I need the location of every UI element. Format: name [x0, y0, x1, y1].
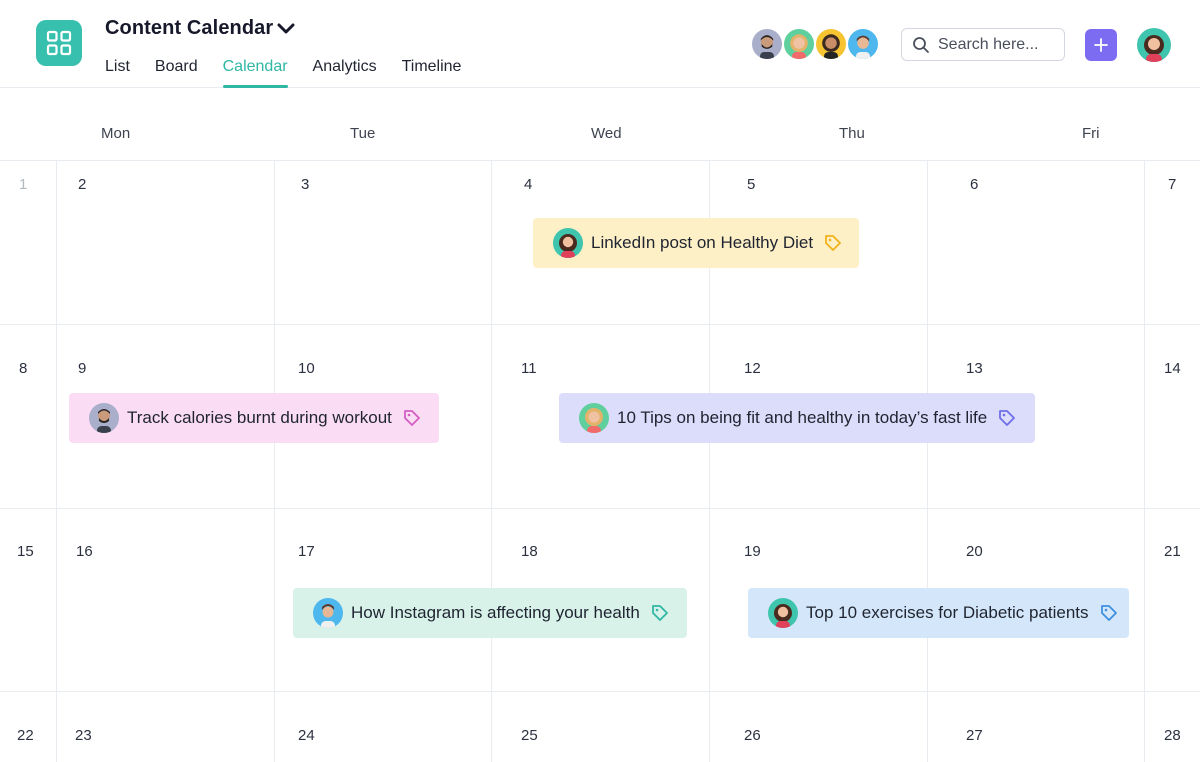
- weekday-label: Thu: [839, 125, 865, 142]
- event-title: How Instagram is affecting your health: [351, 603, 640, 622]
- date-number[interactable]: 16: [76, 543, 93, 560]
- avatar: [768, 598, 798, 628]
- avatar: [579, 403, 609, 433]
- tag-icon[interactable]: [997, 408, 1017, 428]
- grid-line: [1144, 161, 1145, 762]
- date-number[interactable]: 25: [521, 727, 538, 744]
- calendar-event[interactable]: 10 Tips on being fit and healthy in toda…: [559, 393, 1035, 443]
- date-number[interactable]: 26: [744, 727, 761, 744]
- search-box[interactable]: [901, 28, 1065, 61]
- grid-line: [491, 161, 492, 762]
- event-title: LinkedIn post on Healthy Diet: [591, 233, 814, 252]
- grid-line: [274, 161, 275, 762]
- tab-board[interactable]: Board: [155, 58, 198, 88]
- date-number[interactable]: 11: [521, 360, 537, 377]
- date-number[interactable]: 12: [744, 360, 761, 377]
- tab-timeline[interactable]: Timeline: [402, 58, 462, 88]
- grid-line: [0, 691, 1200, 692]
- project-title[interactable]: Content Calendar: [105, 17, 273, 40]
- date-number[interactable]: 13: [966, 360, 983, 377]
- calendar-grid: 1 2 3 4 5 6 7 8 9 10 11 12 13 14 15 16 1…: [0, 161, 1200, 762]
- date-number[interactable]: 14: [1164, 360, 1181, 377]
- grid-line: [927, 161, 928, 762]
- date-number[interactable]: 2: [78, 176, 86, 193]
- date-number[interactable]: 1: [19, 176, 27, 193]
- tab-analytics[interactable]: Analytics: [313, 58, 377, 88]
- event-title: 10 Tips on being fit and healthy in toda…: [617, 408, 988, 427]
- tag-icon[interactable]: [823, 233, 843, 253]
- chevron-down-icon[interactable]: [276, 21, 296, 37]
- event-title: Track calories burnt during workout: [127, 408, 392, 427]
- date-number[interactable]: 23: [75, 727, 92, 744]
- avatar[interactable]: [846, 27, 880, 61]
- grid-line: [56, 161, 57, 762]
- view-tabs: List Board Calendar Analytics Timeline: [105, 58, 486, 88]
- date-number[interactable]: 24: [298, 727, 315, 744]
- weekday-label: Fri: [1082, 125, 1100, 142]
- add-button[interactable]: [1085, 29, 1117, 61]
- grid-line: [0, 324, 1200, 325]
- calendar-event[interactable]: Track calories burnt during workout: [69, 393, 439, 443]
- date-number[interactable]: 3: [301, 176, 309, 193]
- date-number[interactable]: 28: [1164, 727, 1181, 744]
- date-number[interactable]: 18: [521, 543, 538, 560]
- search-icon: [913, 36, 929, 53]
- date-number[interactable]: 9: [78, 360, 86, 377]
- date-number[interactable]: 4: [524, 176, 532, 193]
- date-number[interactable]: 15: [17, 543, 34, 560]
- date-number[interactable]: 22: [17, 727, 34, 744]
- grid-line: [0, 508, 1200, 509]
- weekday-header-row: Mon Tue Wed Thu Fri: [0, 89, 1200, 161]
- team-avatars[interactable]: [750, 27, 880, 61]
- avatar: [313, 598, 343, 628]
- date-number[interactable]: 5: [747, 176, 755, 193]
- header: Content Calendar List Board Calendar Ana…: [0, 0, 1200, 88]
- tag-icon[interactable]: [402, 408, 422, 428]
- avatar[interactable]: [750, 27, 784, 61]
- search-input[interactable]: [938, 35, 1056, 54]
- plus-icon: [1094, 38, 1108, 52]
- calendar-event[interactable]: Top 10 exercises for Diabetic patients: [748, 588, 1129, 638]
- date-number[interactable]: 20: [966, 543, 983, 560]
- avatar[interactable]: [782, 27, 816, 61]
- date-number[interactable]: 7: [1168, 176, 1176, 193]
- tab-calendar[interactable]: Calendar: [222, 58, 288, 88]
- weekday-label: Mon: [101, 125, 131, 142]
- calendar-event[interactable]: How Instagram is affecting your health: [293, 588, 687, 638]
- event-title: Top 10 exercises for Diabetic patients: [806, 603, 1089, 622]
- tab-list[interactable]: List: [105, 58, 130, 88]
- calendar-event[interactable]: LinkedIn post on Healthy Diet: [533, 218, 859, 268]
- tag-icon[interactable]: [650, 603, 670, 623]
- date-number[interactable]: 27: [966, 727, 983, 744]
- date-number[interactable]: 17: [298, 543, 315, 560]
- avatar[interactable]: [814, 27, 848, 61]
- user-avatar[interactable]: [1137, 28, 1171, 62]
- date-number[interactable]: 10: [298, 360, 315, 377]
- date-number[interactable]: 21: [1164, 543, 1181, 560]
- date-number[interactable]: 19: [744, 543, 761, 560]
- weekday-label: Wed: [591, 125, 622, 142]
- date-number[interactable]: 8: [19, 360, 27, 377]
- avatar: [553, 228, 583, 258]
- tag-icon[interactable]: [1099, 603, 1119, 623]
- date-number[interactable]: 6: [970, 176, 978, 193]
- avatar: [89, 403, 119, 433]
- weekday-label: Tue: [350, 125, 376, 142]
- app-grid-icon[interactable]: [36, 20, 82, 66]
